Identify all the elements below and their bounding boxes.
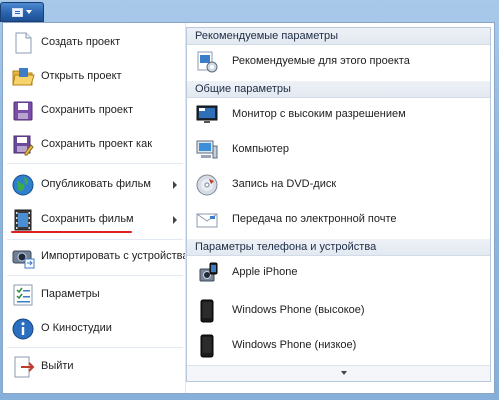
- section-header-general: Общие параметры: [187, 81, 490, 98]
- hd-monitor-icon: [196, 105, 218, 123]
- exit-icon: [14, 356, 35, 378]
- save-as-icon: [13, 135, 34, 156]
- menu-separator: [7, 163, 183, 164]
- section-header-devices: Параметры телефона и устройства: [187, 239, 490, 256]
- options-label: Параметры: [41, 288, 100, 300]
- red-underline-annotation: [11, 231, 132, 233]
- windows-phone-icon: [200, 299, 214, 323]
- save-movie-submenu: Рекомендуемые параметры Рекомендуемые дл…: [186, 27, 491, 382]
- info-icon: [12, 318, 34, 340]
- open-project-label: Открыть проект: [41, 70, 122, 82]
- app-menu-button[interactable]: [0, 2, 44, 22]
- option-computer[interactable]: Компьютер: [187, 133, 490, 167]
- save-project-button[interactable]: Сохранить проект: [3, 95, 185, 127]
- new-project-icon: [15, 32, 32, 54]
- left-command-list: Создать проект Открыть проект Сохранить …: [3, 23, 189, 393]
- about-movie-maker-label: О Киностудии: [41, 322, 112, 334]
- app-menu-icon: [12, 7, 23, 17]
- options-button[interactable]: Параметры: [3, 279, 185, 311]
- publish-movie-label: Опубликовать фильм: [41, 178, 151, 190]
- email-icon: [196, 213, 218, 228]
- camera-import-icon: [12, 250, 35, 269]
- menu-separator: [7, 347, 183, 348]
- option-burn-dvd[interactable]: Запись на DVD-диск: [187, 168, 490, 202]
- computer-icon: [196, 140, 218, 159]
- option-windows-phone-low-label: Windows Phone (низкое): [232, 339, 357, 351]
- import-from-device-button[interactable]: Импортировать с устройства: [3, 241, 189, 273]
- option-burn-dvd-label: Запись на DVD-диск: [232, 178, 337, 190]
- option-apple-iphone-label: Apple iPhone: [232, 266, 298, 278]
- menu-separator: [7, 275, 183, 276]
- iphone-icon: [199, 262, 218, 282]
- chevron-down-icon: [26, 10, 32, 14]
- option-windows-phone-low[interactable]: Windows Phone (низкое): [187, 329, 490, 363]
- new-project-label: Создать проект: [41, 36, 121, 48]
- save-project-label: Сохранить проект: [41, 104, 134, 116]
- option-hd-monitor-label: Монитор с высоким разрешением: [232, 108, 406, 120]
- publish-movie-button[interactable]: Опубликовать фильм: [3, 169, 185, 201]
- file-menu-panel: Создать проект Открыть проект Сохранить …: [2, 22, 495, 394]
- save-project-as-button[interactable]: Сохранить проект как: [3, 129, 185, 161]
- option-email-label: Передача по электронной почте: [232, 213, 397, 225]
- open-folder-icon: [12, 68, 35, 86]
- exit-label: Выйти: [41, 360, 74, 372]
- recommended-settings-icon: [197, 51, 218, 73]
- dvd-disc-icon: [196, 174, 218, 196]
- menu-separator: [7, 239, 183, 240]
- import-from-device-label: Импортировать с устройства: [41, 250, 189, 262]
- scroll-down-arrow-icon[interactable]: [341, 371, 347, 375]
- option-windows-phone-high-label: Windows Phone (высокое): [232, 304, 365, 316]
- new-project-button[interactable]: Создать проект: [3, 27, 185, 59]
- options-list-icon: [13, 284, 33, 306]
- option-recommended-for-project[interactable]: Рекомендуемые для этого проекта: [187, 45, 490, 79]
- save-disk-icon: [13, 101, 33, 121]
- section-header-recommended: Рекомендуемые параметры: [187, 28, 490, 45]
- submenu-arrow-icon: [173, 181, 177, 189]
- globe-publish-icon: [12, 174, 34, 196]
- option-apple-iphone[interactable]: Apple iPhone: [187, 256, 490, 290]
- film-save-icon: [14, 209, 32, 231]
- windows-phone-icon: [200, 334, 214, 358]
- option-recommended-label: Рекомендуемые для этого проекта: [232, 55, 410, 67]
- save-project-as-label: Сохранить проект как: [41, 138, 153, 150]
- option-computer-label: Компьютер: [232, 143, 289, 155]
- option-email[interactable]: Передача по электронной почте: [187, 203, 490, 237]
- save-movie-label: Сохранить фильм: [41, 213, 134, 225]
- open-project-button[interactable]: Открыть проект: [3, 61, 185, 93]
- option-hd-monitor[interactable]: Монитор с высоким разрешением: [187, 98, 490, 132]
- exit-button[interactable]: Выйти: [3, 351, 185, 383]
- option-windows-phone-high[interactable]: Windows Phone (высокое): [187, 294, 490, 328]
- about-movie-maker-button[interactable]: О Киностудии: [3, 313, 185, 345]
- submenu-scroll-down[interactable]: [187, 365, 490, 381]
- submenu-arrow-icon: [173, 216, 177, 224]
